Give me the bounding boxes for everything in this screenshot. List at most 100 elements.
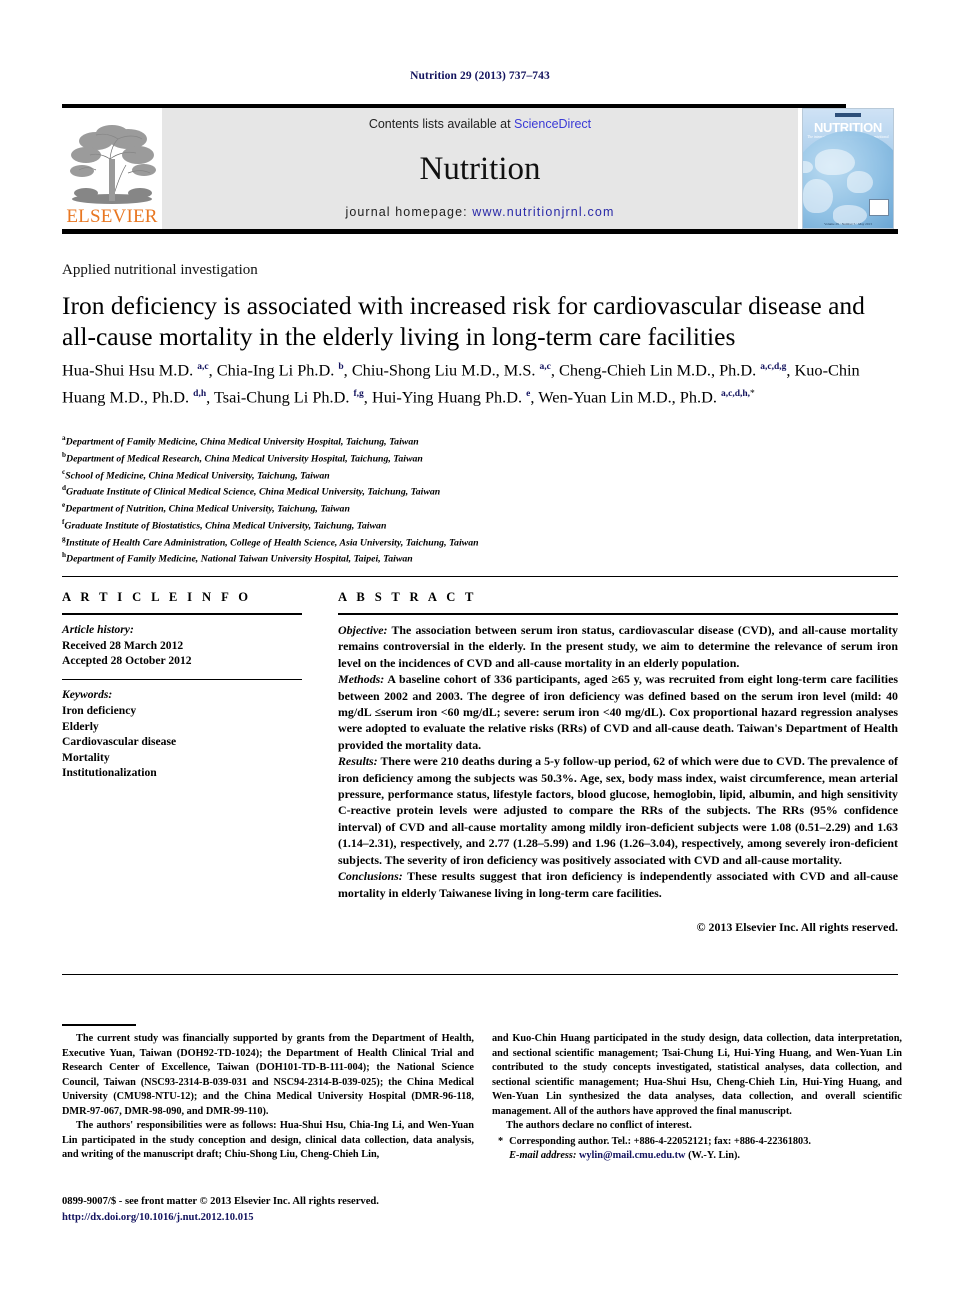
article-info-heading: A R T I C L E I N F O: [62, 590, 252, 604]
affiliation-item: aDepartment of Family Medicine, China Me…: [62, 432, 762, 449]
author-affiliation-marks: f,g: [353, 389, 364, 400]
affiliation-text: Graduate Institute of Biostatistics, Chi…: [64, 520, 387, 532]
journal-homepage-line: journal homepage: www.nutritionjrnl.com: [345, 205, 614, 219]
article-history-label: Article history:: [62, 623, 134, 636]
funding-note: The current study was financially suppor…: [62, 1033, 474, 1117]
author-name: Hua-Shui Hsu M.D.: [62, 360, 198, 380]
conflict-of-interest-note: The authors declare no conflict of inter…: [506, 1120, 692, 1131]
cover-footer: Volume 29 · Number 5 · May 2013: [824, 222, 872, 226]
abstract-results: Results: There were 210 deaths during a …: [338, 753, 898, 868]
author-affiliation-marks: a,c,d,g: [760, 362, 787, 372]
abstract-results-label: Results:: [338, 754, 378, 769]
affiliation-text: Institute of Health Care Administration,…: [65, 536, 479, 548]
sciencedirect-panel: Contents lists available at ScienceDirec…: [162, 108, 798, 229]
keyword-item: Elderly: [62, 719, 99, 733]
article-history-block: Article history: Received 28 March 2012 …: [62, 622, 302, 669]
cover-elsevier-mark: [869, 199, 889, 216]
affiliation-text: Department of Nutrition, China Medical U…: [65, 503, 350, 515]
affiliation-item: cSchool of Medicine, China Medical Unive…: [62, 466, 762, 483]
responsibilities-note-part2: and Kuo-Chin Huang participated in the s…: [492, 1033, 902, 1117]
abstract-heading: A B S T R A C T: [338, 590, 477, 604]
corresponding-author-note: * Corresponding author. Tel.: +886-4-220…: [492, 1135, 902, 1164]
elsevier-tree-icon: [70, 125, 156, 204]
author-name: Cheng-Chieh Lin M.D., Ph.D.: [559, 360, 761, 380]
email-address-label: E-mail address:: [509, 1150, 577, 1161]
abstract-methods-label: Methods:: [338, 672, 385, 687]
responsibilities-note-part1: The authors' responsibilities were as fo…: [62, 1120, 474, 1160]
author-name: Hui-Ying Huang Ph.D.: [371, 387, 527, 407]
keywords-block: Keywords: Iron deficiency Elderly Cardiova…: [62, 687, 302, 781]
keyword-item: Cardiovascular disease: [62, 735, 177, 749]
corresponding-author-contact: Corresponding author. Tel.: +886-4-22052…: [509, 1135, 902, 1164]
abstract-objective-text: The association between serum iron statu…: [338, 623, 898, 670]
journal-title: Nutrition: [419, 150, 541, 187]
author-name: Chia-Ing Li Ph.D.: [216, 360, 339, 380]
article-info-rule: [62, 613, 302, 615]
author-affiliation-marks: d,h: [193, 389, 207, 400]
cover-header-bar: [835, 113, 861, 117]
abstract-copyright: © 2013 Elsevier Inc. All rights reserved…: [696, 919, 898, 934]
running-head: Nutrition 29 (2013) 737–743: [410, 70, 550, 82]
keyword-item: Mortality: [62, 750, 110, 764]
journal-masthead: ELSEVIER Contents lists available at Sci…: [62, 104, 898, 234]
elsevier-wordmark: ELSEVIER: [66, 206, 158, 227]
corresponding-author-marker: *: [498, 1135, 504, 1147]
elsevier-logo: ELSEVIER: [62, 108, 162, 229]
abstract-objective-label: Objective:: [338, 623, 388, 637]
abstract-conclusions: Conclusions: These results suggest that …: [338, 868, 898, 901]
contents-list-line: Contents lists available at ScienceDirec…: [369, 117, 591, 131]
abstract-rule: [338, 613, 898, 615]
email-address-link[interactable]: wylin@mail.cmu.edu.tw: [579, 1150, 686, 1161]
footnote-left-column: The current study was financially suppor…: [62, 1032, 474, 1163]
abstract-results-text: There were 210 deaths during a 5-y follo…: [338, 754, 898, 867]
affiliation-item: gInstitute of Health Care Administration…: [62, 533, 762, 550]
doi-link[interactable]: http://dx.doi.org/10.1016/j.nut.2012.10.…: [62, 1212, 254, 1223]
abstract-conclusions-text: These results suggest that iron deficien…: [338, 869, 898, 900]
author-affiliation-marks: b: [338, 362, 344, 372]
abstract-methods: Methods: A baseline cohort of 336 partic…: [338, 671, 898, 753]
article-accepted-date: Accepted 28 October 2012: [62, 654, 192, 668]
affiliation-list: aDepartment of Family Medicine, China Me…: [62, 432, 762, 566]
masthead-bottom-rule: [62, 229, 898, 234]
affiliation-text: Department of Family Medicine, China Med…: [65, 436, 419, 448]
keyword-item: Iron deficiency: [62, 703, 137, 717]
affiliation-text: School of Medicine, China Medical Univer…: [65, 469, 330, 481]
affiliation-text: Graduate Institute of Clinical Medical S…: [66, 486, 441, 498]
affiliation-text: Department of Medical Research, China Me…: [66, 453, 423, 465]
author-name: Chiu-Shong Liu M.D., M.S.: [351, 360, 540, 380]
abstract-body: Objective: The association between serum…: [338, 622, 898, 935]
keywords-items: Iron deficiency Elderly Cardiovascular dis…: [62, 703, 302, 781]
email-address-owner: (W.-Y. Lin).: [688, 1150, 740, 1161]
author-list: Hua-Shui Hsu M.D. a,c, Chia-Ing Li Ph.D.…: [62, 360, 860, 407]
affiliation-item: fGraduate Institute of Biostatistics, Ch…: [62, 516, 762, 533]
keyword-item: Institutionalization: [62, 766, 157, 780]
sciencedirect-link[interactable]: ScienceDirect: [514, 117, 591, 131]
affiliation-item: bDepartment of Medical Research, China M…: [62, 449, 762, 466]
article-info-column: A R T I C L E I N F O Article history: R…: [62, 590, 302, 781]
author-name: Tsai-Chung Li Ph.D.: [213, 387, 354, 407]
article-section-label: Applied nutritional investigation: [62, 262, 258, 278]
journal-article-first-page: Nutrition 29 (2013) 737–743 ELSEVIER Con…: [0, 0, 960, 1290]
abstract-column: A B S T R A C T Objective: The associati…: [338, 590, 898, 935]
affiliation-text: Department of Family Medicine, National …: [66, 553, 413, 565]
abstract-bottom-rule: [62, 974, 898, 975]
journal-cover-thumbnail[interactable]: NUTRITION The international journal of a…: [802, 108, 898, 229]
author-affiliation-marks: a,c: [539, 362, 551, 372]
affiliation-item: eDepartment of Nutrition, China Medical …: [62, 499, 762, 516]
corresponding-author-tel-fax: Corresponding author. Tel.: +886-4-22052…: [509, 1135, 811, 1147]
keywords-rule: [62, 678, 302, 681]
contents-prefix: Contents lists available at: [368, 117, 515, 131]
abstract-top-rule: [62, 576, 898, 577]
article-received-date: Received 28 March 2012: [62, 638, 184, 652]
footnote-separator-rule: [62, 1024, 136, 1026]
keywords-label: Keywords:: [62, 688, 113, 702]
author-name: Wen-Yuan Lin M.D., Ph.D.: [538, 387, 721, 407]
author-affiliation-marks: a,c,d,h,: [720, 389, 751, 400]
footnote-right-column: and Kuo-Chin Huang participated in the s…: [492, 1032, 902, 1164]
issn-copyright-line: 0899-9007/$ - see front matter © 2013 El…: [62, 1196, 379, 1207]
abstract-objective: Objective: The association between serum…: [338, 622, 898, 671]
homepage-url-link[interactable]: www.nutritionjrnl.com: [472, 205, 614, 219]
homepage-label: journal homepage:: [345, 205, 473, 219]
abstract-conclusions-label: Conclusions:: [338, 869, 403, 884]
author-affiliation-marks: a,c: [197, 362, 209, 372]
